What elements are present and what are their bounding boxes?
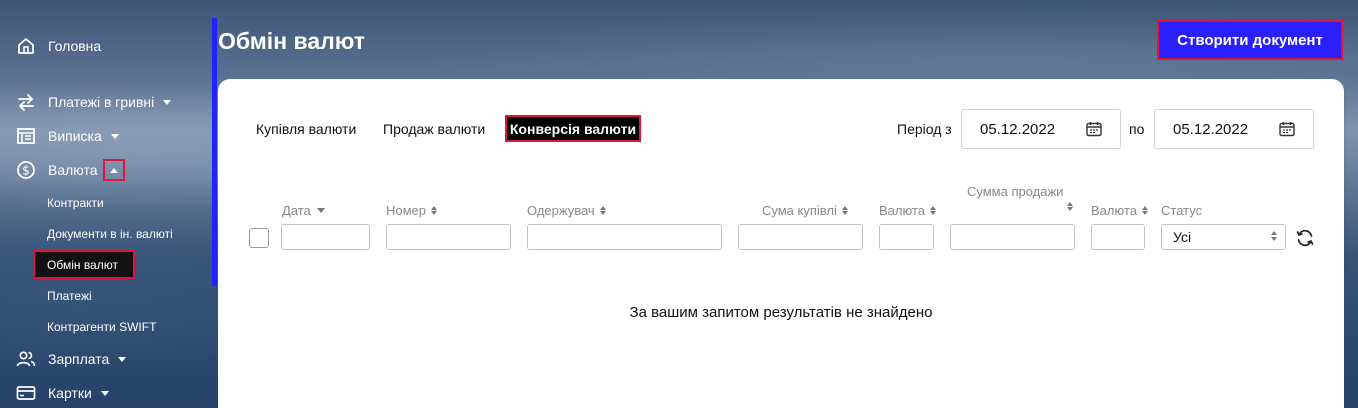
filter-currency-1-input[interactable] xyxy=(879,224,934,250)
sidebar-item-cards[interactable]: Картки xyxy=(15,381,109,405)
sidebar-item-statement[interactable]: Виписка xyxy=(15,124,119,148)
sort-icon xyxy=(431,206,438,215)
active-section-indicator xyxy=(212,18,217,286)
column-header-sell-sum-sort[interactable] xyxy=(1062,202,1073,211)
sidebar-subitem-fx-documents[interactable]: Документи в ін. валюті xyxy=(47,227,173,241)
home-icon xyxy=(15,35,37,57)
empty-results-message: За вашим запитом результатів не знайдено xyxy=(629,304,933,321)
sidebar: Головна Платежі в гривні Виписка $ Валют… xyxy=(0,0,212,408)
filter-status-select[interactable]: Усі xyxy=(1161,224,1286,250)
filter-sell-sum-input[interactable] xyxy=(950,224,1075,250)
select-all-checkbox[interactable] xyxy=(249,228,269,248)
sidebar-item-label: Виписка xyxy=(48,128,102,144)
sidebar-item-payments-uah[interactable]: Платежі в гривні xyxy=(15,90,172,114)
chevron-down-icon xyxy=(110,133,119,139)
card-icon xyxy=(15,382,37,404)
column-header-buy-sum[interactable]: Сума купівлі xyxy=(762,203,848,218)
refresh-icon[interactable] xyxy=(1295,228,1315,248)
chevron-down-icon xyxy=(163,99,172,105)
statement-icon xyxy=(15,125,37,147)
tab-buy-currency[interactable]: Купівля валюти xyxy=(256,121,356,137)
date-from-field[interactable]: 05.12.2022 xyxy=(961,109,1121,149)
sidebar-item-label: Головна xyxy=(48,38,102,54)
filter-currency-2-input[interactable] xyxy=(1091,224,1145,250)
date-to-value: 05.12.2022 xyxy=(1173,120,1249,138)
period-from-label: Період з xyxy=(897,121,952,137)
column-header-status: Статус xyxy=(1161,203,1203,218)
chevron-down-icon xyxy=(100,390,109,396)
column-header-currency-1[interactable]: Валюта xyxy=(879,203,936,218)
sidebar-item-salary[interactable]: Зарплата xyxy=(15,347,127,371)
column-header-currency-2[interactable]: Валюта xyxy=(1091,203,1148,218)
transfer-icon xyxy=(15,91,37,113)
sort-icon xyxy=(1067,202,1073,211)
sidebar-item-label: Платежі в гривні xyxy=(48,94,155,110)
calendar-icon[interactable] xyxy=(1086,121,1102,141)
sort-icon xyxy=(1142,206,1148,215)
page-title: Обмін валют xyxy=(218,28,366,54)
column-header-date[interactable]: Дата xyxy=(282,203,325,218)
column-header-sell-sum[interactable]: Сумма продажи xyxy=(967,184,1063,199)
filter-number-input[interactable] xyxy=(386,224,511,250)
sidebar-item-label: Зарплата xyxy=(48,351,110,367)
period-to-label: по xyxy=(1129,121,1145,137)
calendar-icon[interactable] xyxy=(1279,121,1295,141)
select-arrows-icon xyxy=(1271,231,1277,241)
sort-icon xyxy=(599,206,606,215)
sidebar-subitem-swift-counterparties[interactable]: Контрагенти SWIFT xyxy=(47,320,156,334)
results-area xyxy=(218,269,1344,408)
sort-icon xyxy=(841,206,848,215)
users-icon xyxy=(15,348,37,370)
sidebar-item-label: Картки xyxy=(48,385,92,401)
sidebar-item-currency[interactable]: $ Валюта xyxy=(15,158,125,182)
sort-desc-icon xyxy=(316,208,325,213)
sidebar-subitem-payments[interactable]: Платежі xyxy=(47,289,92,303)
filter-date-input[interactable] xyxy=(281,224,370,250)
filter-recipient-input[interactable] xyxy=(527,224,722,250)
tab-currency-conversion[interactable]: Конверсія валюти xyxy=(505,115,641,142)
sidebar-subitem-contracts[interactable]: Контракти xyxy=(47,196,104,210)
column-header-number[interactable]: Номер xyxy=(386,203,438,218)
column-header-recipient[interactable]: Одержувач xyxy=(527,203,606,218)
sort-icon xyxy=(930,206,936,215)
currency-icon: $ xyxy=(15,159,37,181)
date-from-value: 05.12.2022 xyxy=(980,120,1056,138)
chevron-up-icon[interactable] xyxy=(102,159,125,181)
sidebar-item-label: Валюта xyxy=(48,162,98,178)
date-to-field[interactable]: 05.12.2022 xyxy=(1154,109,1314,149)
sidebar-subitem-currency-exchange[interactable]: Обмін валют xyxy=(33,250,135,279)
status-select-value: Усі xyxy=(1173,229,1192,245)
svg-text:$: $ xyxy=(22,164,30,178)
tab-sell-currency[interactable]: Продаж валюти xyxy=(383,121,485,137)
filter-buy-sum-input[interactable] xyxy=(738,224,863,250)
create-document-button[interactable]: Створити документ xyxy=(1157,20,1343,60)
chevron-down-icon xyxy=(118,356,127,362)
sidebar-item-home[interactable]: Головна xyxy=(15,34,101,58)
